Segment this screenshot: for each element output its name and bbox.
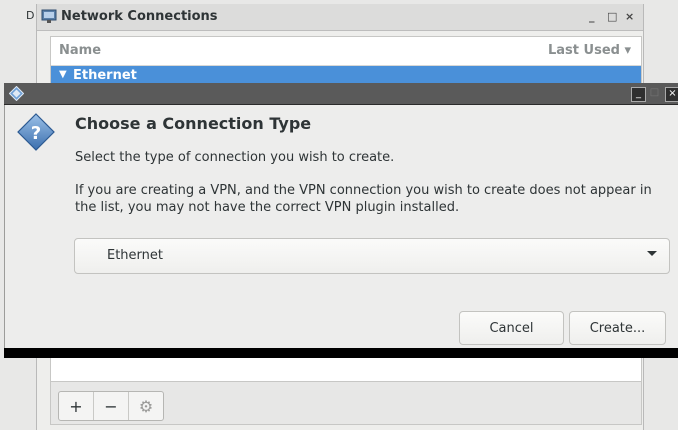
remove-button[interactable]: −: [94, 392, 129, 420]
maximize-button[interactable]: □: [607, 10, 617, 23]
svg-text:?: ?: [31, 123, 41, 144]
list-header: Name Last Used ▾: [51, 37, 641, 66]
dialog-close-button[interactable]: ×: [665, 87, 678, 102]
close-button[interactable]: ×: [625, 10, 634, 23]
expand-arrow-icon[interactable]: ▼: [59, 69, 67, 80]
dialog-bottom-border: [4, 348, 678, 358]
dialog-heading: Choose a Connection Type: [75, 114, 312, 133]
dialog-body: ? Choose a Connection Type Select the ty…: [4, 105, 678, 348]
dropdown-arrow-icon: [647, 251, 657, 256]
network-icon: [41, 9, 57, 23]
choose-connection-type-dialog: _ □ × ? Choose a Connection Type Select …: [4, 83, 678, 358]
column-last-used[interactable]: Last Used ▾: [548, 43, 631, 58]
nc-title: Network Connections: [61, 9, 218, 24]
app-diamond-icon: [9, 86, 24, 101]
add-button[interactable]: +: [59, 392, 94, 420]
desktop-label-d: D: [26, 9, 35, 22]
nc-toolbar: + − ⚙: [50, 382, 642, 425]
create-button[interactable]: Create...: [569, 311, 666, 345]
connection-type-select[interactable]: Ethernet: [74, 238, 670, 274]
dialog-maximize-button[interactable]: □: [648, 87, 661, 100]
sort-chevron-icon: ▾: [624, 43, 631, 58]
toolbar-button-group: + − ⚙: [58, 391, 164, 421]
connection-type-value: Ethernet: [107, 248, 163, 263]
dialog-note: If you are creating a VPN, and the VPN c…: [75, 183, 652, 215]
question-icon: ?: [17, 113, 55, 151]
cancel-button[interactable]: Cancel: [459, 311, 564, 345]
minimize-button[interactable]: _: [589, 10, 595, 23]
dialog-titlebar[interactable]: _ □ ×: [4, 83, 678, 105]
column-name[interactable]: Name: [59, 43, 101, 58]
dialog-subtext: Select the type of connection you wish t…: [75, 150, 395, 165]
dialog-minimize-button[interactable]: _: [631, 87, 646, 102]
nc-titlebar[interactable]: Network Connections _ □ ×: [37, 4, 643, 31]
settings-gear-icon[interactable]: ⚙: [129, 392, 163, 420]
list-item-label: Ethernet: [73, 68, 137, 83]
